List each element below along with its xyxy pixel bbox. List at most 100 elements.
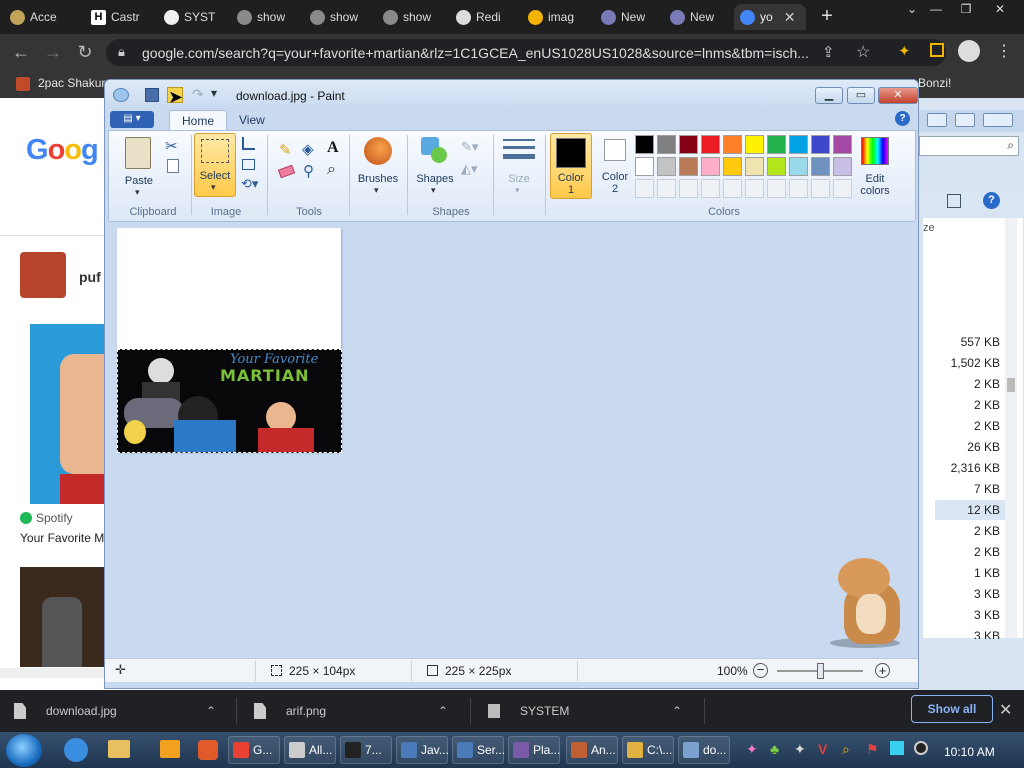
save-icon[interactable] [145,88,159,102]
bookmark-bonzi[interactable]: Bonzi! [918,76,951,90]
browser-tab[interactable]: imag [522,4,594,30]
close-button[interactable]: ✕ [878,87,918,104]
back-button[interactable]: ← [10,42,32,62]
custom-color-slot[interactable] [723,179,742,198]
browser-tab-active[interactable]: yo ✕ [734,4,806,30]
result-image[interactable] [30,324,110,504]
extensions-icon[interactable]: ✦ [898,42,911,60]
help-icon[interactable]: ? [895,111,910,126]
size-button[interactable]: Size ▾ [499,135,539,199]
taskbar-item[interactable]: Ser... [452,736,505,764]
side-panel-icon[interactable] [930,43,944,57]
custom-color-slot[interactable] [745,179,764,198]
taskbar-item[interactable]: C:\... [622,736,674,764]
internet-explorer-icon[interactable] [64,738,88,762]
shape-fill-icon[interactable]: ◭▾ [461,161,478,177]
zoom-out-button[interactable]: − [753,663,768,678]
palette-swatch[interactable] [635,135,654,154]
media-player-icon[interactable] [160,740,180,758]
cut-icon[interactable]: ✂ [165,137,178,155]
tray-icon[interactable]: ✦ [746,741,758,758]
palette-swatch[interactable] [811,157,830,176]
palette-swatch[interactable] [811,135,830,154]
color-picker-icon[interactable]: ⚲ [303,162,314,180]
bookmark-2pac[interactable]: 2pac Shakur [38,76,105,90]
palette-swatch[interactable] [767,157,786,176]
palette-swatch[interactable] [635,157,654,176]
browser-tab[interactable]: H Castr [85,4,157,30]
magnifier-icon[interactable]: ⌕ [327,161,336,179]
palette-swatch[interactable] [789,135,808,154]
minimize-button[interactable]: ▁ [815,87,843,104]
paint-app-icon[interactable] [113,88,129,102]
help-icon[interactable]: ? [983,192,1000,209]
tray-icon[interactable]: ⌕ [842,741,850,758]
tab-view[interactable]: View [227,110,277,130]
tab-home[interactable]: Home [169,110,228,130]
tray-icon[interactable]: V [818,741,827,757]
rotate-icon[interactable]: ⟲▾ [241,176,258,192]
copy-icon[interactable] [167,159,179,173]
brushes-button[interactable]: Brushes ▾ [355,135,401,199]
reload-button[interactable]: ↻ [74,42,96,62]
shapes-button[interactable]: Shapes ▾ [413,135,457,199]
new-tab-button[interactable]: + [816,5,838,27]
tray-icon[interactable] [914,741,928,755]
browser-tab[interactable]: Redi [450,4,522,30]
browser-tab[interactable]: Acce [4,4,84,30]
chevron-up-icon[interactable]: ⌃ [438,704,448,718]
taskbar-item[interactable]: G... [228,736,280,764]
eraser-icon[interactable] [277,164,296,179]
result-avatar[interactable] [20,252,66,298]
pasted-image-selection[interactable]: Your Favorite MARTIAN [117,349,342,453]
result-title[interactable]: Your Favorite M [20,531,104,545]
close-downloads-icon[interactable]: ✕ [999,700,1012,720]
palette-swatch[interactable] [679,135,698,154]
close-button[interactable] [983,113,1013,127]
palette-swatch[interactable] [789,157,808,176]
paint-menu-button[interactable]: ▤ ▾ [110,111,154,128]
zoom-slider-thumb[interactable] [817,663,824,679]
pencil-icon[interactable]: ✎ [279,141,292,159]
maximize-button[interactable]: ▭ [847,87,875,104]
quick-access-dropdown-icon[interactable]: ▾ [211,86,217,100]
taskbar-item[interactable]: do... [678,736,730,764]
download-item[interactable]: download.jpg ⌃ [0,690,236,732]
start-button[interactable] [6,734,42,767]
palette-swatch[interactable] [657,135,676,154]
scroll-thumb[interactable] [1007,378,1015,392]
tray-icon[interactable]: ♣ [770,741,779,757]
taskbar-item[interactable]: Jav... [396,736,449,764]
palette-swatch[interactable] [833,157,852,176]
taskbar-item[interactable]: An... [566,736,618,764]
folder-icon[interactable] [108,740,130,758]
select-button[interactable]: Select ▾ [194,133,236,197]
custom-color-slot[interactable] [679,179,698,198]
desktop-hamster-pet[interactable] [822,558,910,648]
taskbar-clock[interactable]: 10:10 AM [944,745,995,759]
vertical-scrollbar[interactable] [1005,218,1017,638]
color2-button[interactable]: Color 2 [597,133,633,199]
browser-tab[interactable]: show [377,4,449,30]
crop-icon[interactable] [242,137,255,150]
palette-swatch[interactable] [679,157,698,176]
result-source[interactable]: Spotify [36,511,73,525]
custom-color-slot[interactable] [789,179,808,198]
result-username[interactable]: puf [79,269,101,285]
profile-avatar-icon[interactable] [958,40,980,62]
restore-button[interactable]: ❐ [948,0,984,20]
custom-color-slot[interactable] [767,179,786,198]
result-image[interactable] [20,567,110,667]
zoom-in-button[interactable]: + [875,663,890,678]
palette-swatch[interactable] [745,157,764,176]
omnibox[interactable]: 🔒︎ google.com/search?q=your+favorite+mar… [106,39,946,66]
app-icon[interactable] [198,740,218,760]
color1-button[interactable]: Color 1 [550,133,592,199]
resize-icon[interactable] [242,159,255,170]
palette-swatch[interactable] [833,135,852,154]
close-tab-icon[interactable]: ✕ [784,9,796,26]
preview-pane-icon[interactable] [947,194,961,208]
palette-swatch[interactable] [745,135,764,154]
maximize-button[interactable] [955,113,975,127]
horizontal-scrollbar[interactable] [0,668,110,678]
